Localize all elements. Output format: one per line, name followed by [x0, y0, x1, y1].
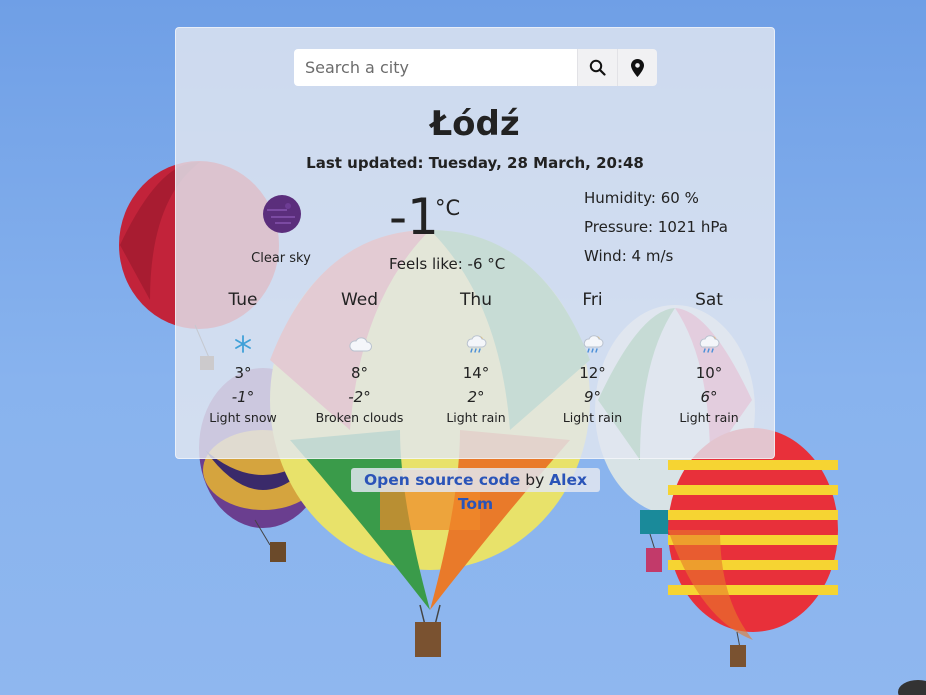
weather-card: Łódź Last updated: Tuesday, 28 March, 20… [175, 27, 775, 459]
forecast-low: -1° [231, 388, 255, 406]
last-updated: Last updated: Tuesday, 28 March, 20:48 [306, 154, 644, 172]
forecast-high: 8° [350, 364, 369, 382]
temperature-unit: °C [435, 196, 461, 220]
wind: Wind: 4 m/s [584, 247, 674, 265]
humidity: Humidity: 60 % [584, 189, 699, 207]
forecast-day-name: Fri [582, 290, 603, 310]
forecast-day: Sat 10° 6° Light rain [651, 288, 767, 425]
forecast-low: 9° [583, 388, 602, 406]
forecast-high: 12° [579, 364, 606, 382]
rain-icon [651, 326, 767, 362]
forecast-day: Wed 8° -2° Broken clouds [302, 288, 418, 425]
forecast-description: Light rain [679, 410, 739, 425]
feels-like: Feels like: -6 °C [389, 255, 506, 273]
forecast-day-name: Tue [228, 290, 258, 310]
pressure: Pressure: 1021 hPa [584, 218, 728, 236]
forecast-day: Tue 3° -1° Light snow [185, 288, 301, 425]
forecast-description: Light snow [209, 410, 277, 425]
forecast-high: 14° [462, 364, 490, 382]
forecast-low: 2° [467, 388, 485, 406]
forecast-day-name: Thu [460, 290, 492, 310]
footer-credits: Open source code by Alex Tom [351, 468, 600, 513]
rain-icon [418, 326, 534, 362]
cloud-icon [302, 326, 418, 362]
source-code-link[interactable]: Open source code [364, 471, 520, 489]
forecast-day: Thu 14° 2° Light rain [418, 288, 534, 425]
clear-night-moon-icon [261, 193, 303, 240]
search-button[interactable] [577, 49, 617, 86]
search-icon [589, 59, 606, 76]
forecast-day-name: Wed [340, 290, 379, 310]
city-name: Łódź [430, 104, 520, 144]
forecast-description: Broken clouds [315, 410, 404, 425]
search-bar [294, 49, 657, 86]
current-condition: Clear sky [251, 251, 311, 266]
forecast-list: Tue 3° -1° Light snow Wed 8° -2° Broken … [185, 288, 767, 425]
forecast-low: -2° [348, 388, 371, 406]
location-button[interactable] [617, 49, 657, 86]
location-pin-icon [631, 58, 644, 77]
city-search-input[interactable] [294, 49, 577, 86]
forecast-low: 6° [700, 388, 718, 406]
footer-by-text: by [520, 471, 550, 489]
rain-icon [535, 326, 651, 362]
forecast-description: Light rain [446, 410, 506, 425]
forecast-high: 3° [234, 364, 252, 382]
forecast-description: Light rain [562, 410, 623, 425]
forecast-day: Fri 12° 9° Light rain [535, 288, 651, 425]
forecast-day-name: Sat [695, 290, 723, 310]
current-temperature: -1 [389, 188, 439, 246]
snow-icon [185, 326, 301, 362]
weather-stats: Humidity: 60 % Pressure: 1021 hPa Wind: … [584, 189, 728, 276]
forecast-high: 10° [695, 364, 723, 382]
